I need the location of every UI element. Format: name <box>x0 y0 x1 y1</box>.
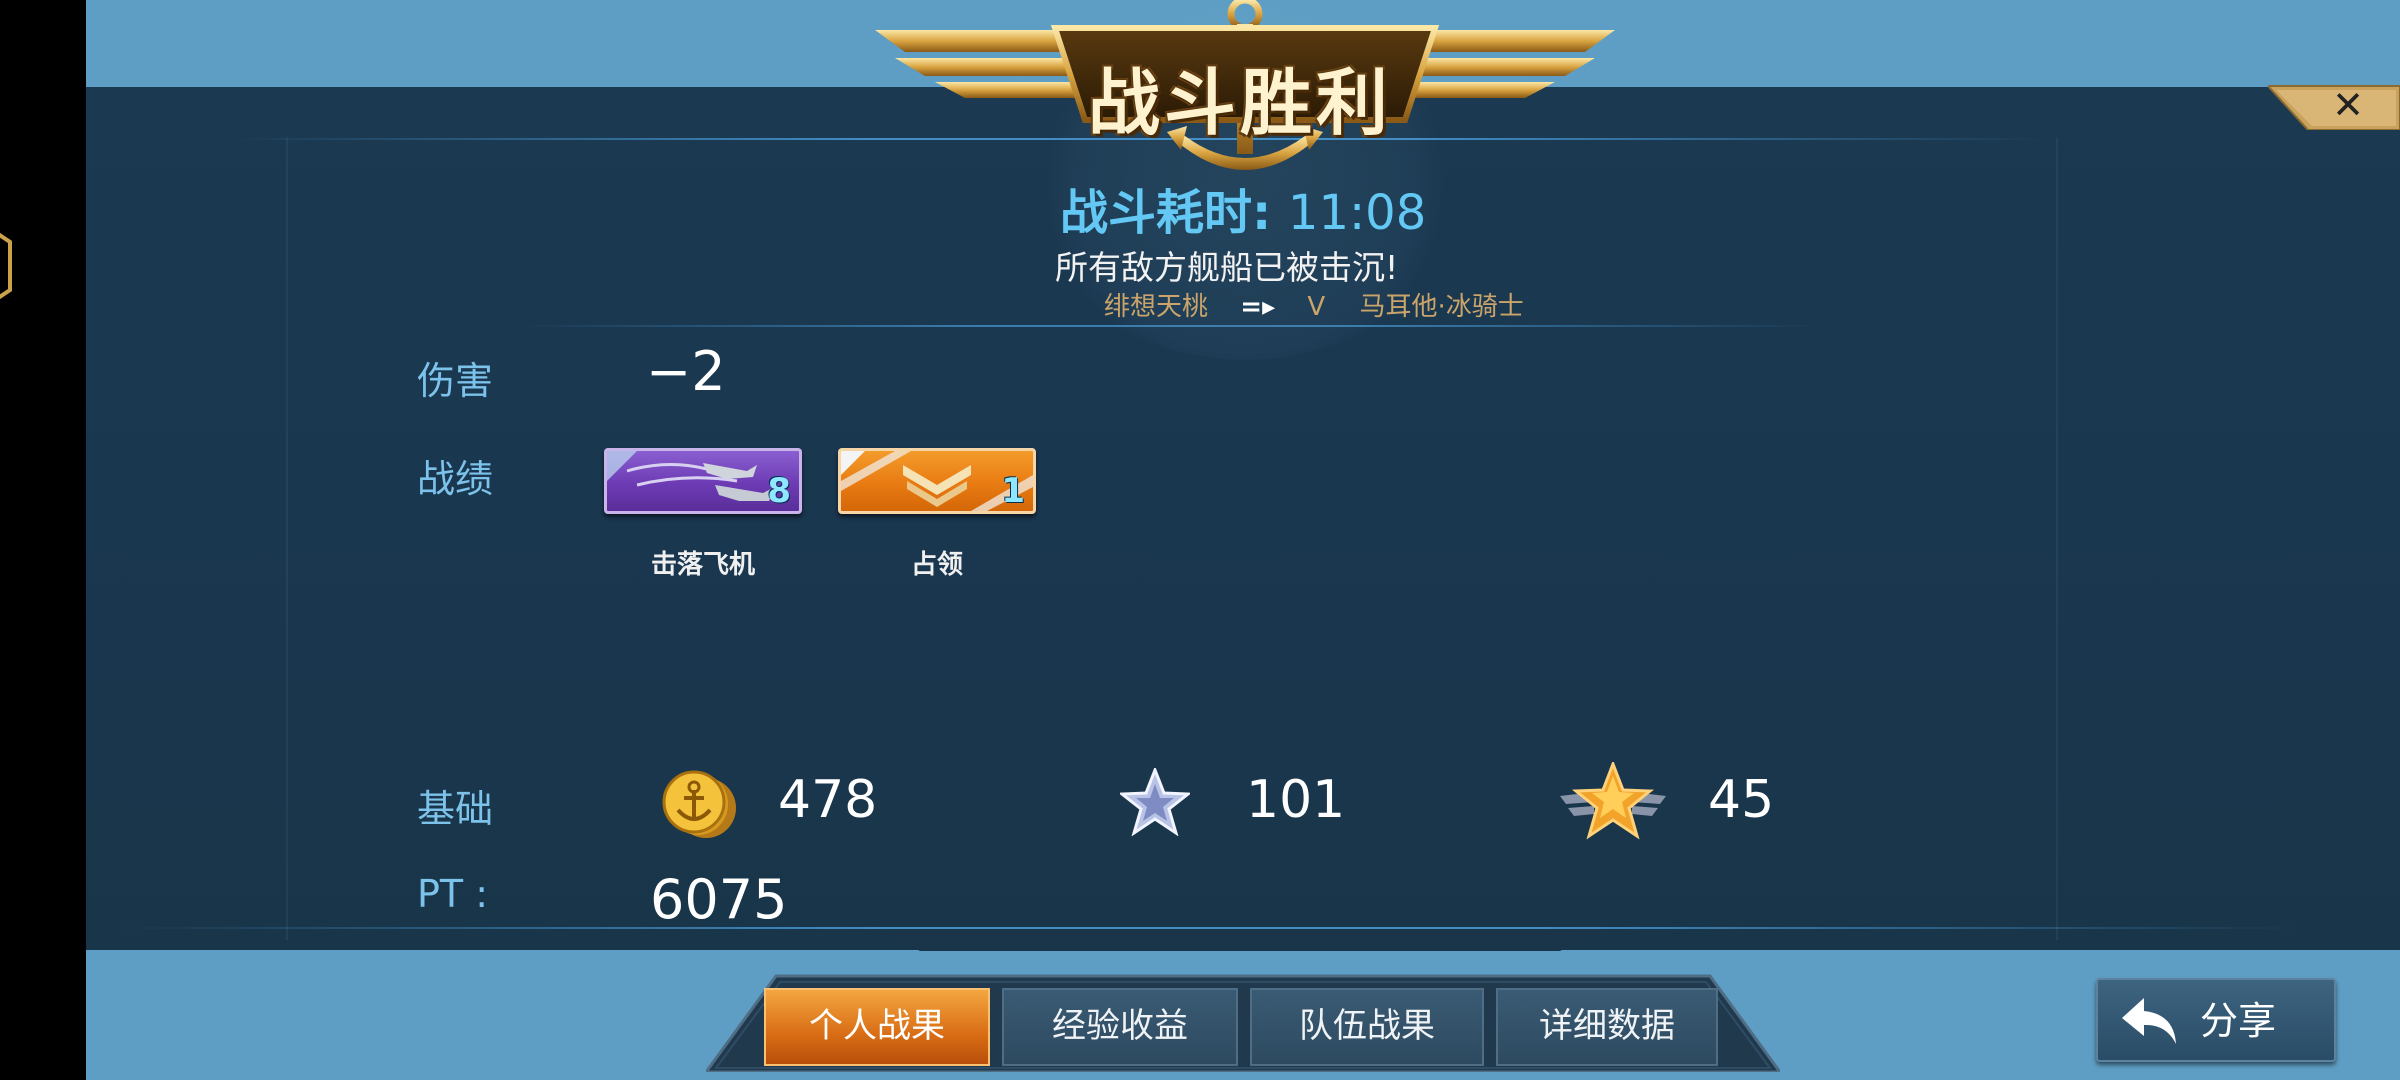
close-icon[interactable]: ✕ <box>2324 82 2372 128</box>
share-arrow-icon[interactable] <box>2118 992 2180 1048</box>
medal-count: 8 <box>767 471 791 511</box>
tab-experience[interactable]: 经验收益 <box>1002 988 1238 1066</box>
pt-label: PT : <box>417 872 489 916</box>
device-bezel <box>0 0 86 1080</box>
duration-value: 11:08 <box>1287 185 1427 241</box>
kill-feed: 绯想天桃 =▸ V 马耳他·冰骑士 <box>1104 286 1524 323</box>
result-message: 所有敌方舰船已被击沉! <box>1055 248 1399 287</box>
player-right: 马耳他·冰骑士 <box>1359 292 1524 322</box>
record-label: 战绩 <box>417 457 494 501</box>
damage-label: 伤害 <box>417 359 494 403</box>
player-left: 绯想天桃 <box>1104 292 1209 322</box>
capture-medal[interactable]: 1 <box>838 448 1036 514</box>
tab-team-record[interactable]: 队伍战果 <box>1250 988 1484 1066</box>
panel-divider <box>2056 137 2058 940</box>
star-value: 45 <box>1708 770 1775 830</box>
tab-detailed-data[interactable]: 详细数据 <box>1496 988 1718 1066</box>
base-label: 基础 <box>417 787 494 831</box>
share-label[interactable]: 分享 <box>2200 990 2276 1045</box>
tab-personal-record[interactable]: 个人战果 <box>764 988 990 1066</box>
medal-name: 击落飞机 <box>650 550 755 580</box>
medal-name: 占领 <box>910 550 963 580</box>
arrow-icon: =▸ <box>1240 292 1276 322</box>
side-hex-icon <box>0 232 12 300</box>
panel-notch <box>920 929 1560 951</box>
vs-label: V <box>1307 292 1326 322</box>
panel-notch <box>876 929 920 951</box>
gold-value: 478 <box>778 770 878 830</box>
planes-shot-down-medal[interactable]: 8 <box>604 448 802 514</box>
damage-value: −2 <box>646 340 726 403</box>
medal-count: 1 <box>1001 471 1025 511</box>
duration-label: 战斗耗时: <box>1060 185 1288 241</box>
panel-notch <box>1560 929 1604 951</box>
gold-anchor-coin-icon <box>662 770 736 838</box>
silver-star-icon <box>1120 768 1190 836</box>
battle-duration: 战斗耗时: 11:08 <box>1060 173 1460 241</box>
silver-value: 101 <box>1246 770 1346 830</box>
victory-title: 战斗胜利 <box>1087 61 1392 145</box>
pt-value: 6075 <box>650 868 788 931</box>
panel-divider <box>286 137 288 940</box>
winged-gold-star-icon <box>1560 762 1666 840</box>
